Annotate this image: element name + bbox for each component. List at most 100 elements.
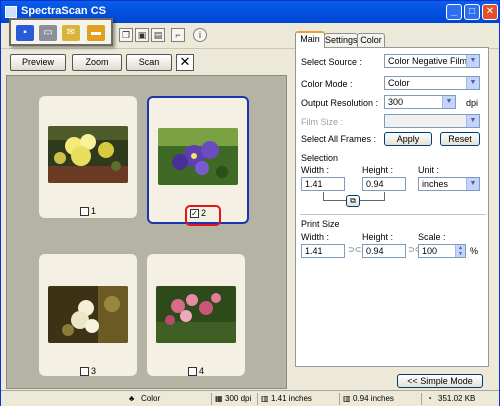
print-size-heading: Print Size <box>301 219 340 229</box>
scale-unit: % <box>470 246 479 256</box>
page-icon[interactable]: ▤ <box>151 28 165 42</box>
frame-checkbox-row-4[interactable]: 4 <box>147 366 245 377</box>
output-resolution-label: Output Resolution : <box>301 98 379 108</box>
status-height: 0.94 inches <box>353 394 394 403</box>
unit-dropdown[interactable]: inches ▼ <box>418 177 480 191</box>
email-icon[interactable]: ✉ <box>62 25 80 41</box>
tab-settings[interactable]: Settings <box>324 33 358 48</box>
status-divider <box>339 393 340 405</box>
save-icon[interactable]: ▪ <box>16 25 34 41</box>
link-line-right <box>384 192 385 200</box>
frame-checkbox-3[interactable] <box>79 367 89 377</box>
chevron-down-icon: ▼ <box>466 55 479 67</box>
thumbnail-area: 1 ✓ 2 3 4 <box>6 75 287 389</box>
spinner-icon[interactable]: ▲ ▼ <box>455 245 465 257</box>
select-source-dropdown[interactable]: Color Negative Film ▼ <box>384 54 480 68</box>
status-size: 351.02 KB <box>438 394 476 403</box>
status-bar: ♣ Color ▦ 300 dpi ▥ 1.41 inches ▥ 0.94 i… <box>1 390 499 406</box>
scale-field[interactable]: 100 ▲ ▼ <box>418 244 466 258</box>
resolution-unit: dpi <box>466 98 479 108</box>
folder-icon[interactable]: ▬ <box>87 25 105 41</box>
frame-thumbnail-1[interactable]: 1 <box>39 96 137 218</box>
app-icon <box>5 6 17 18</box>
crop-icon[interactable]: ⌐ <box>171 28 185 42</box>
status-resolution: 300 dpi <box>225 394 252 403</box>
photo-pink-flowers <box>156 286 236 343</box>
zoom-button[interactable]: Zoom <box>72 54 122 71</box>
chain-link-icon: ⊃⊂ <box>408 245 422 254</box>
info-icon[interactable]: i <box>193 28 207 42</box>
frame-checkbox-row-1[interactable]: 1 <box>39 206 137 217</box>
tab-color[interactable]: Color <box>357 33 385 48</box>
color-status-icon: ♣ <box>129 394 135 403</box>
frame-thumbnail-4[interactable]: 4 <box>147 254 245 377</box>
chevron-down-icon: ▼ <box>466 178 479 190</box>
selection-width-field[interactable]: 1.41 <box>301 177 345 191</box>
status-divider <box>421 393 422 405</box>
print-height-field[interactable]: 0.94 <box>362 244 406 258</box>
divider <box>300 214 486 215</box>
selection-width-label: Width : <box>301 165 330 175</box>
toolbar-popup: ▪ ▭ ✉ ▬ <box>9 18 113 46</box>
tab-main[interactable]: Main <box>295 31 325 48</box>
print-width-label: Width : <box>301 232 330 242</box>
chevron-down-icon: ▼ <box>466 77 479 89</box>
clear-icon[interactable]: ✕ <box>176 54 194 71</box>
height-status-icon: ▥ <box>343 394 351 403</box>
color-mode-value: Color <box>388 78 410 88</box>
frame-number-4: 4 <box>198 366 204 376</box>
output-resolution-value: 300 <box>388 97 404 107</box>
chevron-down-icon: ▼ <box>442 96 455 108</box>
link-line-left <box>323 192 324 200</box>
select-source-label: Select Source : <box>301 57 363 67</box>
selection-heading: Selection <box>301 153 339 163</box>
selection-height-field[interactable]: 0.94 <box>362 177 406 191</box>
scanner-window: SpectraScan CS _ □ ✕ ❐ ▣ ▤ ⌐ i ▪ ▭ ✉ ▬ P… <box>0 0 500 406</box>
status-divider <box>257 393 258 405</box>
status-divider <box>211 393 212 405</box>
print-height-label: Height : <box>362 232 394 242</box>
scale-value: 100 <box>422 246 438 256</box>
size-status-icon: ◔ <box>427 394 432 403</box>
frame-thumbnail-2[interactable]: ✓ 2 <box>147 96 249 226</box>
color-mode-label: Color Mode : <box>301 79 353 89</box>
status-color: Color <box>141 394 161 403</box>
print-width-field[interactable]: 1.41 <box>301 244 345 258</box>
status-width: 1.41 inches <box>271 394 312 403</box>
reset-button[interactable]: Reset <box>440 132 480 146</box>
color-mode-dropdown[interactable]: Color ▼ <box>384 76 480 90</box>
apply-button[interactable]: Apply <box>384 132 432 146</box>
frame-checkbox-row-3[interactable]: 3 <box>39 366 137 377</box>
frame-thumbnail-3[interactable]: 3 <box>39 254 137 377</box>
selection-height-label: Height : <box>362 165 394 175</box>
maximize-button[interactable]: □ <box>464 4 480 20</box>
photo-yellow-flowers <box>48 126 128 183</box>
width-status-icon: ▥ <box>261 394 269 403</box>
selection-unit-label: Unit : <box>418 165 440 175</box>
copy-icon[interactable]: ❐ <box>119 28 133 42</box>
main-tab-body: Select Source : Color Negative Film ▼ Co… <box>295 47 489 367</box>
scan-button[interactable]: Scan <box>126 54 172 71</box>
close-button[interactable]: ✕ <box>482 4 498 20</box>
output-resolution-dropdown[interactable]: 300 ▼ <box>384 95 456 109</box>
preview-panel: Preview Zoom Scan ✕ 1 ✓ 2 3 4 <box>6 51 287 389</box>
film-size-dropdown: ▼ <box>384 114 480 128</box>
minimize-button[interactable]: _ <box>446 4 462 20</box>
chain-link-icon: ⊃⊂ <box>348 245 362 254</box>
frame-checkbox-4[interactable] <box>187 367 197 377</box>
chevron-down-icon: ▼ <box>466 115 479 127</box>
film-size-label: Film Size : <box>301 117 344 127</box>
select-source-value: Color Negative Film <box>388 56 468 66</box>
simple-mode-button[interactable]: << Simple Mode <box>397 374 483 388</box>
frame-number-1: 1 <box>90 206 96 216</box>
print-icon[interactable]: ▭ <box>39 25 57 41</box>
frame-checkbox-1[interactable] <box>79 207 89 217</box>
frame-icon[interactable]: ▣ <box>135 28 149 42</box>
unit-value: inches <box>422 179 449 189</box>
resolution-status-icon: ▦ <box>215 394 223 403</box>
scale-label: Scale : <box>418 232 446 242</box>
aspect-lock-icon[interactable]: ⧉ <box>346 195 360 207</box>
preview-button[interactable]: Preview <box>10 54 66 71</box>
window-title: SpectraScan CS <box>21 5 106 17</box>
highlight-ring <box>185 205 221 226</box>
